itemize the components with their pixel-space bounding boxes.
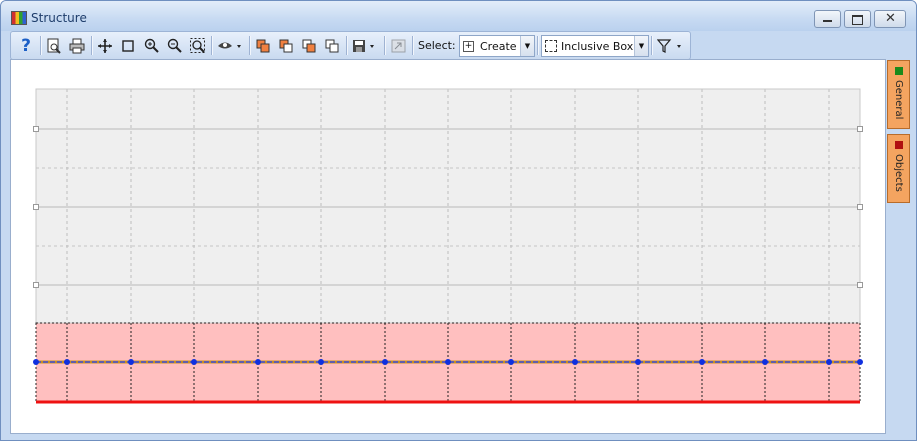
restore-icon: [852, 15, 863, 25]
select-mode-combo[interactable]: + Create ▼: [459, 35, 535, 57]
structure-node: [318, 359, 324, 365]
structure-window: Structure ✕ ? Select: + Create ▼ Inclusi…: [0, 0, 917, 441]
create-icon: +: [463, 40, 474, 52]
structure-node: [635, 359, 641, 365]
structure-node: [699, 359, 705, 365]
minimize-icon: [823, 20, 832, 22]
copy-layer3-icon[interactable]: [299, 35, 319, 56]
inclusive-box-icon: [545, 40, 557, 52]
save-icon[interactable]: [350, 35, 380, 56]
structure-node: [572, 359, 578, 365]
toolbar-separator: [346, 36, 348, 55]
filter-icon[interactable]: [655, 35, 687, 56]
structure-node: [33, 359, 39, 365]
tab-general[interactable]: General: [887, 60, 910, 129]
structure-node: [508, 359, 514, 365]
export-icon[interactable]: [388, 35, 408, 56]
structure-node: [128, 359, 134, 365]
minimize-button[interactable]: [814, 10, 841, 28]
window-title: Structure: [31, 11, 87, 25]
pan-icon[interactable]: [95, 35, 115, 56]
copy-layer4-icon[interactable]: [322, 35, 342, 56]
app-icon: [11, 11, 27, 25]
toolbar-separator: [651, 36, 653, 55]
copy-layer1-icon[interactable]: [253, 35, 273, 56]
toolbar-separator: [537, 36, 539, 55]
structure-canvas[interactable]: [10, 59, 886, 434]
structure-node: [445, 359, 451, 365]
structure-node: [191, 359, 197, 365]
help-icon[interactable]: ?: [15, 35, 37, 56]
level-handle: [33, 126, 39, 132]
zoom-fit-icon[interactable]: [187, 35, 207, 56]
selection-type-combo[interactable]: Inclusive Box ▼: [541, 35, 649, 57]
select-rect-icon[interactable]: [118, 35, 138, 56]
toolbar-separator: [249, 36, 251, 55]
print-icon[interactable]: [67, 35, 87, 56]
level-handle: [857, 282, 863, 288]
tab-objects[interactable]: Objects: [887, 134, 910, 203]
tab-general-label: General: [893, 80, 904, 120]
close-icon: ✕: [885, 11, 896, 26]
chevron-down-icon[interactable]: ▼: [634, 36, 648, 56]
toolbar-separator: [384, 36, 386, 55]
print-preview-icon[interactable]: [44, 35, 64, 56]
toolbar-separator: [211, 36, 213, 55]
structure-drawing[interactable]: [11, 60, 885, 433]
level-handle: [33, 282, 39, 288]
toolbar-separator: [91, 36, 93, 55]
objects-tab-icon: [894, 141, 903, 149]
tab-objects-label: Objects: [893, 154, 904, 192]
select-label: Select:: [418, 39, 456, 52]
copy-layer2-icon[interactable]: [276, 35, 296, 56]
structure-node: [382, 359, 388, 365]
structure-node: [826, 359, 832, 365]
structure-node: [64, 359, 70, 365]
zoom-out-icon[interactable]: [164, 35, 184, 56]
general-tab-icon: [894, 67, 903, 75]
structure-node: [857, 359, 863, 365]
chevron-down-icon[interactable]: ▼: [520, 36, 534, 56]
toolbar-separator: [412, 36, 414, 55]
select-mode-value: Create: [480, 39, 517, 53]
level-handle: [33, 204, 39, 210]
toolbar: ? Select: + Create ▼ Inclusive Box ▼: [10, 31, 691, 60]
level-handle: [857, 204, 863, 210]
view-icon[interactable]: [215, 35, 245, 56]
zoom-in-icon[interactable]: [141, 35, 161, 56]
restore-button[interactable]: [844, 10, 871, 28]
structure-node: [762, 359, 768, 365]
close-button[interactable]: ✕: [874, 10, 906, 28]
structure-node: [255, 359, 261, 365]
selection-type-value: Inclusive Box: [561, 39, 634, 53]
level-handle: [857, 126, 863, 132]
title-bar[interactable]: Structure ✕: [1, 1, 916, 31]
toolbar-separator: [40, 36, 42, 55]
side-panel: General Objects: [886, 59, 910, 432]
